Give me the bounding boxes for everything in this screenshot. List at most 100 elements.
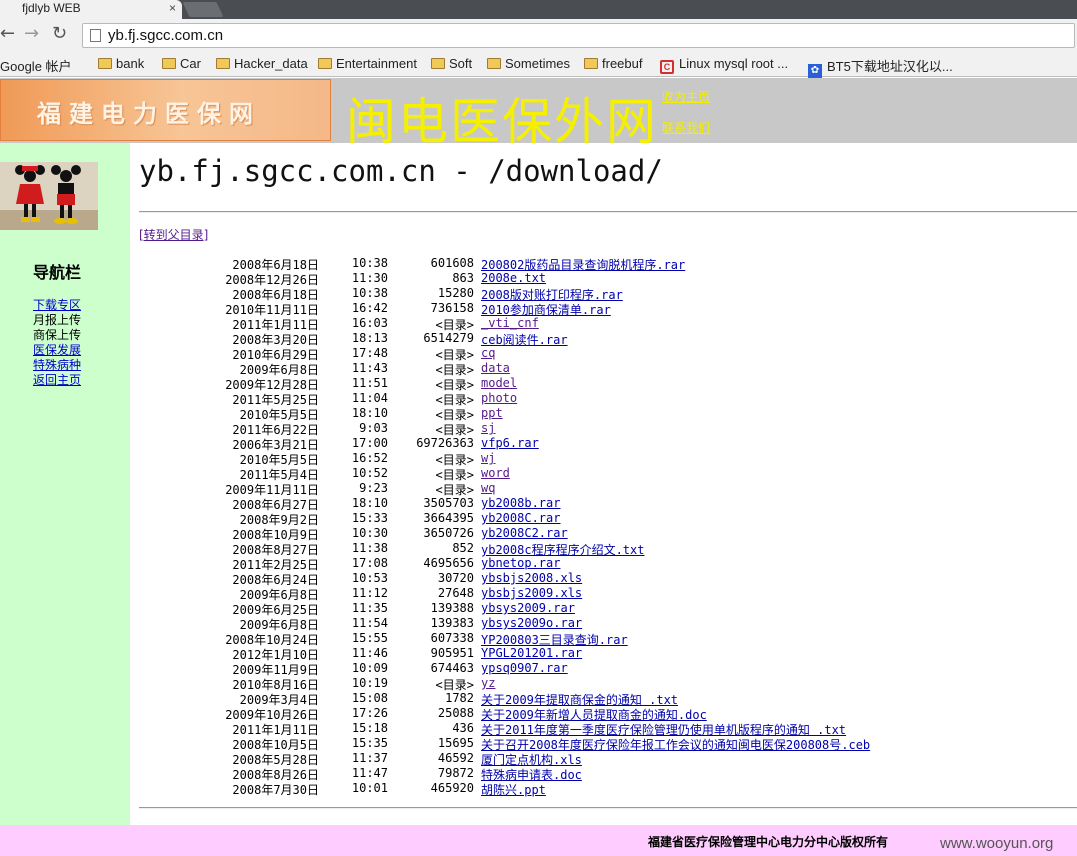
file-link[interactable]: data: [481, 361, 510, 375]
site-icon: C: [660, 60, 674, 74]
file-time: 18:10: [351, 496, 388, 510]
file-time: 10:01: [351, 781, 388, 795]
file-link[interactable]: wj: [481, 451, 495, 465]
file-link[interactable]: photo: [481, 391, 517, 405]
site-logo: 福建电力医保网: [0, 79, 331, 141]
file-link[interactable]: ybsbjs2008.xls: [481, 571, 582, 585]
file-link[interactable]: word: [481, 466, 510, 480]
parent-directory-link[interactable]: [转到父目录]: [139, 226, 208, 243]
tab-title: fjdlyb WEB: [22, 1, 81, 15]
file-link[interactable]: yz: [481, 676, 495, 690]
file-size: 736158: [430, 301, 474, 315]
file-time: 11:30: [351, 271, 388, 285]
file-time: 11:35: [351, 601, 388, 615]
divider-top: [139, 211, 1077, 213]
address-bar[interactable]: yb.fj.sgcc.com.cn: [82, 23, 1075, 48]
file-time: 16:03: [351, 316, 388, 330]
file-time: 17:08: [351, 556, 388, 570]
sidebar-nav-item: 商保上传: [33, 328, 82, 342]
tab-strip: fjdlyb WEB ×: [0, 0, 1077, 19]
set-homepage-link[interactable]: 收为主页: [662, 88, 710, 105]
file-link[interactable]: _vti_cnf: [481, 316, 539, 330]
file-link[interactable]: ppt: [481, 406, 503, 420]
back-arrow-icon[interactable]: ←: [0, 23, 15, 44]
browser-tab[interactable]: fjdlyb WEB ×: [0, 0, 182, 19]
file-date: 2008年7月30日: [232, 783, 319, 797]
bookmark-item[interactable]: C Linux mysql root ...: [660, 56, 788, 74]
bookmark-label: Google 帐户: [0, 59, 72, 74]
bookmark-item[interactable]: ✿ BT5下载地址汉化以...: [808, 56, 953, 78]
file-time: 11:12: [351, 586, 388, 600]
file-time: 10:53: [351, 571, 388, 585]
bookmark-label: Soft: [449, 56, 473, 71]
file-size: 607338: [430, 631, 474, 645]
file-time: 10:09: [351, 661, 388, 675]
file-link[interactable]: cq: [481, 346, 495, 360]
file-time: 11:37: [351, 751, 388, 765]
file-size: 139383: [430, 616, 474, 630]
file-time: 11:43: [351, 361, 388, 375]
folder-icon: [162, 58, 176, 69]
file-time: 17:00: [351, 436, 388, 450]
file-time: 11:38: [351, 541, 388, 555]
file-link[interactable]: 2008e.txt: [481, 271, 546, 285]
bookmark-label: Hacker_data: [234, 56, 308, 71]
bookmark-item[interactable]: freebuf: [584, 56, 642, 71]
file-link[interactable]: ybsys2009.rar: [481, 601, 575, 615]
bookmark-item[interactable]: Sometimes: [487, 56, 570, 71]
sidebar-nav-item[interactable]: 医保发展: [33, 343, 81, 358]
forward-arrow-icon[interactable]: →: [24, 23, 39, 44]
sidebar-nav-item[interactable]: 特殊病种: [33, 358, 81, 373]
folder-icon: [431, 58, 445, 69]
file-link[interactable]: 胡陈兴.ppt: [481, 781, 546, 798]
file-link[interactable]: ypsq0907.rar: [481, 661, 568, 675]
file-time: 18:13: [351, 331, 388, 345]
file-size: 6514279: [423, 331, 474, 345]
file-link[interactable]: ybnetop.rar: [481, 556, 560, 570]
file-link[interactable]: model: [481, 376, 517, 390]
close-tab-icon[interactable]: ×: [169, 1, 176, 15]
file-size: 674463: [430, 661, 474, 675]
bookmark-item[interactable]: bank: [98, 56, 144, 71]
reload-icon[interactable]: ↻: [52, 23, 67, 44]
bookmark-item[interactable]: GGoogle 帐户: [0, 56, 72, 75]
file-link[interactable]: ybsys2009o.rar: [481, 616, 582, 630]
file-time: 16:42: [351, 301, 388, 315]
file-time: 10:19: [351, 676, 388, 690]
page-title: yb.fj.sgcc.com.cn - /download/: [139, 154, 663, 188]
bookmark-item[interactable]: Hacker_data: [216, 56, 308, 71]
file-time: 11:47: [351, 766, 388, 780]
file-link[interactable]: yb2008b.rar: [481, 496, 560, 510]
file-link[interactable]: vfp6.rar: [481, 436, 539, 450]
file-link[interactable]: wq: [481, 481, 495, 495]
file-link[interactable]: sj: [481, 421, 495, 435]
file-link[interactable]: ybsbjs2009.xls: [481, 586, 582, 600]
sidebar-nav-item[interactable]: 下载专区: [33, 298, 81, 313]
file-size: 4695656: [423, 556, 474, 570]
file-link[interactable]: yb2008C.rar: [481, 511, 560, 525]
bookmark-label: Car: [180, 56, 201, 71]
contact-us-link[interactable]: 联系我们: [662, 119, 710, 136]
file-size: 30720: [437, 571, 474, 585]
bookmark-item[interactable]: Car: [162, 56, 201, 71]
new-tab-button[interactable]: [182, 2, 224, 17]
folder-icon: [98, 58, 112, 69]
file-link[interactable]: YPGL201201.rar: [481, 646, 582, 660]
file-time: 18:10: [351, 406, 388, 420]
file-time: 10:38: [351, 286, 388, 300]
file-size: 3650726: [423, 526, 474, 540]
bookmark-item[interactable]: Soft: [431, 56, 472, 71]
footer: 福建省医疗保险管理中心电力分中心版权所有 www.wooyun.org: [0, 825, 1077, 856]
file-size: 69726363: [416, 436, 474, 450]
file-time: 15:55: [351, 631, 388, 645]
file-link[interactable]: yb2008C2.rar: [481, 526, 568, 540]
file-size: 79872: [437, 766, 474, 780]
folder-icon: [216, 58, 230, 69]
file-time: 11:46: [351, 646, 388, 660]
site-header: 福建电力医保网 闽电医保外网 收为主页 联系我们: [0, 78, 1077, 151]
sidebar: 导航栏 下载专区 月报上传 商保上传 医保发展 特殊病种 返回主页: [0, 143, 130, 825]
sidebar-nav-item[interactable]: 返回主页: [33, 373, 81, 388]
browser-toolbar: ← → ↻ yb.fj.sgcc.com.cn: [0, 19, 1077, 52]
bookmarks-bar: GGoogle 帐户 bank Car Hacker_data Entertainmen…: [0, 52, 1077, 78]
bookmark-item[interactable]: Entertainment: [318, 56, 417, 71]
